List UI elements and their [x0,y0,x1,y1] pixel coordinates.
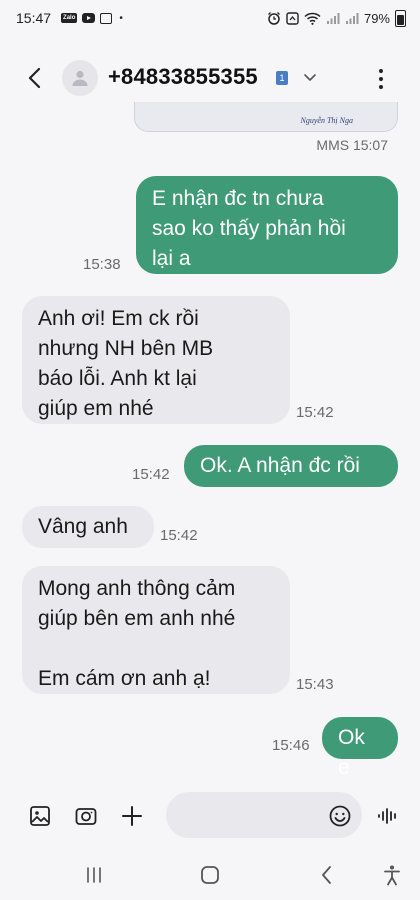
message-timestamp: 15:46 [272,737,310,754]
conversation-header: +84833855355 1 [0,54,420,104]
message-bubble[interactable]: Mong anh thông cảm giúp bên em anh nhé E… [22,566,290,694]
status-time: 15:47 [16,10,52,26]
message-timestamp: 15:42 [132,466,170,483]
message-timestamp: 15:42 [296,404,334,421]
accessibility-icon[interactable] [381,864,403,886]
recent-apps-icon[interactable] [83,864,105,886]
add-icon[interactable] [120,804,144,828]
notification-dot: • [119,12,123,24]
message-timestamp: 15:43 [296,676,334,693]
gallery-icon [100,12,113,24]
more-options-icon[interactable] [374,66,388,92]
back-nav-icon[interactable] [316,864,338,886]
contact-number[interactable]: +84833855355 [108,64,258,90]
mms-timestamp: MMS 15:07 [316,137,388,153]
voice-input-icon[interactable] [376,804,400,828]
home-icon[interactable] [199,864,221,886]
chevron-down-icon[interactable] [302,69,318,85]
message-timestamp: 15:42 [160,527,198,544]
contact-avatar[interactable] [62,60,98,96]
camera-icon[interactable] [74,804,98,828]
status-bar: 15:47 Zalo • 79% [0,0,420,36]
battery-percent: 79% [363,10,390,26]
zalo-icon: Zalo [61,13,78,23]
message-bubble[interactable]: Ok. A nhận đc rồi [184,445,398,487]
person-icon [72,70,88,86]
message-composer [0,788,420,844]
emoji-icon[interactable] [328,804,352,828]
alarm-icon [268,12,280,25]
system-navigation-bar [0,852,420,900]
message-timestamp: 15:38 [83,256,121,273]
message-bubble[interactable]: E nhận đc tn chưa sao ko thấy phản hồi l… [136,176,398,274]
wifi-icon [304,12,321,25]
message-bubble[interactable]: Ok e [322,717,398,779]
signal-icon-2 [345,12,359,24]
mms-image-preview[interactable]: Nguyễn Thị Nga [134,102,398,132]
mms-signature: Nguyễn Thị Nga [300,116,353,125]
sim-badge: 1 [276,71,288,85]
message-bubble[interactable]: Vâng anh [22,506,154,548]
battery-icon [395,9,406,27]
gallery-icon[interactable] [28,804,52,828]
back-arrow-icon[interactable] [24,66,48,90]
message-bubble[interactable]: Anh ơi! Em ck rồi nhưng NH bên MB báo lỗ… [22,296,290,424]
youtube-icon [82,13,96,23]
signal-icon [326,12,340,24]
data-saver-icon [286,11,299,25]
